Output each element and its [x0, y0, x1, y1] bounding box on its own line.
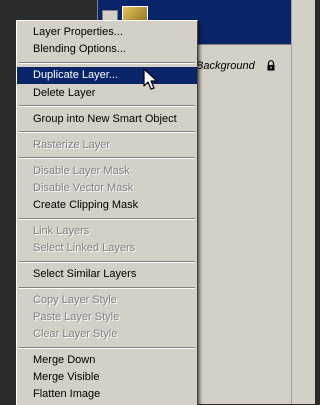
menu-item-group-smart-object[interactable]: Group into New Smart Object	[17, 111, 197, 128]
menu-item-blending-options[interactable]: Blending Options...	[17, 41, 197, 58]
menu-item-merge-visible[interactable]: Merge Visible	[17, 369, 197, 386]
menu-item-paste-layer-style[interactable]: Paste Layer Style	[17, 309, 197, 326]
menu-separator	[19, 218, 195, 220]
menu-item-copy-layer-style[interactable]: Copy Layer Style	[17, 292, 197, 309]
layer-context-menu: Layer Properties... Blending Options... …	[16, 20, 198, 405]
menu-separator	[19, 347, 195, 349]
menu-separator	[19, 157, 195, 159]
mouse-cursor-icon	[143, 68, 158, 90]
menu-item-clear-layer-style[interactable]: Clear Layer Style	[17, 326, 197, 343]
menu-separator	[19, 62, 195, 64]
menu-item-disable-vector-mask[interactable]: Disable Vector Mask	[17, 180, 197, 197]
menu-item-disable-layer-mask[interactable]: Disable Layer Mask	[17, 163, 197, 180]
menu-item-flatten-image[interactable]: Flatten Image	[17, 386, 197, 403]
menu-item-create-clipping-mask[interactable]: Create Clipping Mask	[17, 197, 197, 214]
background-layer-label: Background	[196, 60, 255, 72]
menu-item-duplicate-layer[interactable]: Duplicate Layer...	[17, 67, 197, 84]
menu-separator	[19, 287, 195, 289]
menu-separator	[19, 105, 195, 107]
menu-item-rasterize-layer[interactable]: Rasterize Layer	[17, 137, 197, 154]
menu-item-link-layers[interactable]: Link Layers	[17, 223, 197, 240]
menu-separator	[19, 261, 195, 263]
menu-separator	[19, 131, 195, 133]
menu-item-layer-properties[interactable]: Layer Properties...	[17, 24, 197, 41]
lock-icon	[267, 60, 275, 71]
menu-item-select-similar-layers[interactable]: Select Similar Layers	[17, 266, 197, 283]
menu-item-delete-layer[interactable]: Delete Layer	[17, 85, 197, 102]
panel-scrollbar[interactable]	[291, 0, 315, 404]
menu-item-merge-down[interactable]: Merge Down	[17, 352, 197, 369]
menu-item-select-linked-layers[interactable]: Select Linked Layers	[17, 240, 197, 257]
